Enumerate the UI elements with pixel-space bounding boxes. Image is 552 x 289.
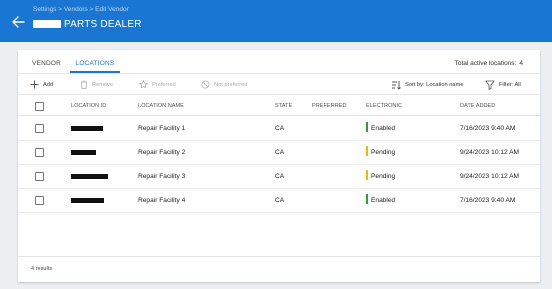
table-row[interactable]: Repair Facility 1 CA Enabled 7/16/2023 9… [18,117,540,141]
add-button[interactable]: Add [30,74,53,95]
electronic-status-label: Enabled [371,197,396,204]
electronic-status-label: Pending [371,173,396,180]
trash-icon [81,80,87,89]
row-checkbox[interactable] [35,172,44,181]
col-electronic[interactable]: ELECTRONIC [366,96,402,116]
electronic-status-label: Enabled [371,125,396,132]
table-row[interactable]: Repair Facility 3 CA Pending 9/24/2023 1… [18,165,540,189]
redacted-vendor-name [33,20,61,28]
electronic-status: Enabled [366,189,395,213]
page-title-row: PARTS DEALER [33,18,142,30]
redacted-location-id [71,126,103,131]
date-added: 7/16/2023 9:40 AM [460,125,516,132]
location-name: Repair Facility 4 [138,197,186,204]
total-active-count: 4 [519,60,523,67]
toolbar: Add Remove Preferred Not preferred Sort … [18,73,540,95]
total-active-label: Total active locations: [454,60,517,67]
date-added: 7/16/2023 9:40 AM [460,197,516,204]
table-footer: 4 results [18,256,540,282]
date-added: 9/24/2023 10:12 AM [460,149,520,156]
col-location-id[interactable]: LOCATION ID [71,96,106,116]
table-row[interactable]: Repair Facility 4 CA Enabled 7/16/2023 9… [18,189,540,213]
location-state: CA [275,173,285,180]
add-label: Add [43,81,54,88]
date-added: 9/24/2023 10:12 AM [460,173,520,180]
table-header: LOCATION ID LOCATION NAME STATE PREFERRE… [18,96,540,116]
row-checkbox[interactable] [35,148,44,157]
electronic-status-label: Pending [371,149,396,156]
sort-icon [392,80,401,90]
electronic-status: Enabled [366,117,395,141]
status-indicator [366,170,368,181]
location-state: CA [275,149,285,156]
col-location-name[interactable]: LOCATION NAME [138,96,184,116]
redacted-location-id [71,174,108,179]
not-preferred-button[interactable]: Not preferred [201,74,248,95]
app-header: Settings > Vendors > Edit Vendor PARTS D… [0,0,552,42]
results-count: 4 results [31,266,53,272]
star-icon [139,80,148,89]
col-state[interactable]: STATE [275,96,292,116]
not-preferred-label: Not preferred [214,81,248,88]
location-name: Repair Facility 1 [138,125,186,132]
sort-button[interactable]: Sort by: Location name [391,74,464,95]
remove-button[interactable]: Remove [80,74,113,95]
status-indicator [366,194,368,205]
sort-label: Sort by: Location name [405,81,464,88]
locations-card: VENDOR LOCATIONS Total active locations:… [18,50,540,282]
location-state: CA [275,125,285,132]
tab-locations[interactable]: LOCATIONS [70,60,120,73]
location-name: Repair Facility 2 [138,149,186,156]
electronic-status: Pending [366,141,395,165]
filter-icon [485,80,495,90]
status-indicator [366,146,368,157]
filter-label: Filter: All [499,81,521,88]
redacted-location-id [71,198,104,203]
location-state: CA [275,197,285,204]
row-checkbox[interactable] [35,196,44,205]
preferred-label: Preferred [152,81,176,88]
table-row[interactable]: Repair Facility 2 CA Pending 9/24/2023 1… [18,141,540,165]
select-all-checkbox[interactable] [35,102,44,111]
plus-icon [30,80,39,89]
electronic-status: Pending [366,165,395,189]
back-arrow-icon[interactable] [10,14,26,30]
tab-bar: VENDOR LOCATIONS Total active locations:… [18,50,540,73]
filter-button[interactable]: Filter: All [485,74,521,95]
col-preferred[interactable]: PREFERRED [312,96,347,116]
block-icon [201,80,210,89]
redacted-location-id [71,150,96,155]
preferred-button[interactable]: Preferred [139,74,176,95]
col-date-added[interactable]: DATE ADDED [460,96,495,116]
total-active-locations: Total active locations: 4 [455,60,523,67]
location-name: Repair Facility 3 [138,173,186,180]
status-indicator [366,122,368,133]
breadcrumb: Settings > Vendors > Edit Vendor [33,6,129,13]
page-title: PARTS DEALER [64,18,142,30]
remove-label: Remove [92,81,114,88]
tab-vendor[interactable]: VENDOR [32,60,61,73]
row-checkbox[interactable] [35,124,44,133]
